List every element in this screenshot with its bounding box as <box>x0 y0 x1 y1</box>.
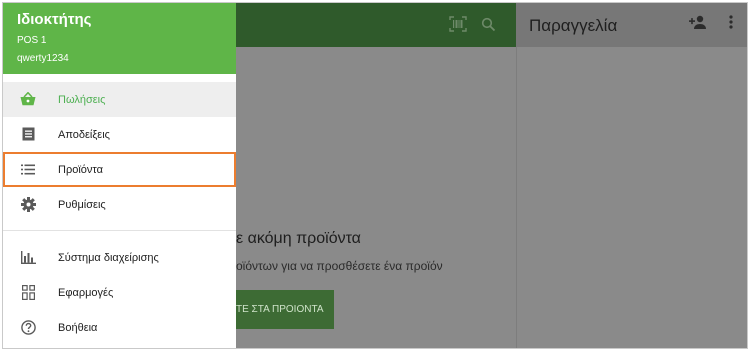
bar-chart-icon <box>20 249 36 265</box>
nav-label: Εφαρμογές <box>58 286 114 299</box>
nav-item-settings[interactable]: Ρυθμίσεις <box>3 187 236 222</box>
drawer-header: Ιδιοκτήτης POS 1 qwerty1234 <box>3 3 236 74</box>
nav-item-help[interactable]: Βοήθεια <box>3 310 236 345</box>
app-window: Παραγγελία ε ακόμη προϊόντα οϊόντων για … <box>2 2 748 349</box>
nav-item-back-office[interactable]: Σύστημα διαχείρισης <box>3 240 236 275</box>
nav-item-receipts[interactable]: Αποδείξεις <box>3 117 236 152</box>
apps-icon <box>20 284 36 300</box>
basket-icon <box>20 91 36 107</box>
gear-icon <box>20 196 36 212</box>
empty-state-title: ε ακόμη προϊόντα <box>236 230 361 247</box>
nav-item-apps[interactable]: Εφαρμογές <box>3 275 236 310</box>
receipt-icon <box>20 126 36 142</box>
order-toolbar: Παραγγελία <box>516 3 747 47</box>
nav-item-sales[interactable]: Πωλήσεις <box>3 82 236 117</box>
panel-divider <box>516 47 517 348</box>
nav-label: Βοήθεια <box>58 321 98 334</box>
search-icon[interactable] <box>481 17 496 37</box>
add-customer-icon[interactable] <box>689 15 707 34</box>
nav-label: Αποδείξεις <box>58 128 110 141</box>
nav-item-items[interactable]: Προϊόντα <box>3 152 236 187</box>
user-name: qwerty1234 <box>17 53 69 64</box>
nav-label: Σύστημα διαχείρισης <box>58 251 159 264</box>
nav-label: Ρυθμίσεις <box>58 198 106 211</box>
order-title: Παραγγελία <box>529 16 618 35</box>
drawer-divider <box>3 230 236 231</box>
barcode-scan-icon[interactable] <box>449 16 467 37</box>
owner-name: Ιδιοκτήτης <box>17 11 92 28</box>
go-to-items-button[interactable]: ΤΕ ΣΤΑ ΠΡΟΙΟΝΤΑ <box>223 290 334 329</box>
nav-label: Πωλήσεις <box>58 93 106 106</box>
help-icon <box>20 319 36 335</box>
nav-label: Προϊόντα <box>58 163 103 176</box>
pos-name: POS 1 <box>17 35 47 46</box>
empty-state-subtitle: οϊόντων για να προσθέσετε ένα προϊόν <box>236 259 443 273</box>
navigation-drawer: Ιδιοκτήτης POS 1 qwerty1234 Πωλήσεις Απο… <box>3 3 236 348</box>
more-vert-icon[interactable] <box>729 15 733 34</box>
list-icon <box>20 161 36 177</box>
